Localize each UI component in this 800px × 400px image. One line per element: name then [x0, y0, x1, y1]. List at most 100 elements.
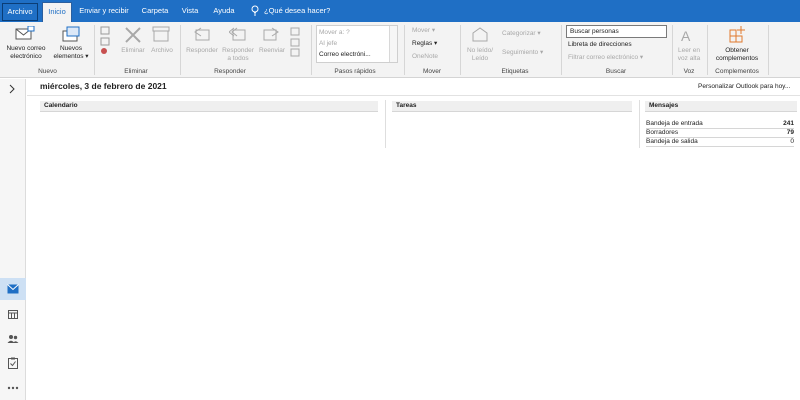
delete-icon — [125, 27, 141, 43]
message-folder-label: Borradores — [646, 129, 679, 136]
tab-archivo[interactable]: Archivo — [2, 3, 38, 21]
nav-calendar-button[interactable] — [0, 303, 26, 325]
read-aloud-icon: A — [681, 28, 691, 44]
group-label-buscar: Buscar — [605, 68, 627, 75]
nav-tasks-button[interactable] — [0, 352, 26, 374]
archive-button[interactable]: Archivo — [148, 47, 176, 55]
categorize-button[interactable]: Categorizar ▾ — [502, 29, 541, 39]
personalize-link[interactable]: Personalizar Outlook para hoy... — [698, 83, 790, 90]
read-aloud-label-1: Leer en — [677, 47, 701, 54]
message-count: 79 — [786, 129, 794, 136]
ribbon-separator — [561, 25, 562, 75]
unread-read-button[interactable]: No leído/ Leído — [462, 47, 498, 63]
get-addins-label-2: complementos — [715, 55, 759, 62]
date-header: miércoles, 3 de febrero de 2021 — [40, 81, 167, 91]
svg-text:A: A — [681, 28, 691, 44]
nav-more-button[interactable] — [0, 377, 26, 399]
tab-inicio[interactable]: Inicio — [42, 2, 72, 22]
more-icon — [7, 386, 19, 390]
new-items-label-1: Nuevos — [59, 45, 83, 52]
ignore-cleanup-junk-icons — [100, 26, 110, 54]
reply-button[interactable]: Responder — [184, 47, 220, 55]
filter-email-button[interactable]: Filtrar correo electrónico ▾ — [568, 53, 643, 63]
people-icon — [7, 335, 19, 343]
tab-carpeta[interactable]: Carpeta — [138, 0, 172, 22]
nav-mail-button[interactable] — [0, 278, 26, 300]
menu-bar: Archivo Inicio Enviar y recibir Carpeta … — [0, 0, 800, 22]
rules-button[interactable]: Reglas ▾ — [412, 39, 437, 49]
move-button[interactable]: Mover ▾ — [412, 26, 435, 36]
new-items-icon — [62, 26, 80, 42]
forward-button[interactable]: Reenviar — [256, 47, 288, 55]
search-people-input[interactable]: Buscar personas — [566, 25, 667, 38]
message-folder-label: Bandeja de salida — [646, 138, 698, 145]
get-addins-icon — [729, 26, 745, 43]
calendar-panel-title: Calendario — [40, 101, 378, 112]
messages-row-outbox[interactable]: Bandeja de salida 0 — [646, 137, 794, 146]
ribbon: Nuevo correo electrónico Nuevos elemento… — [0, 22, 800, 78]
navigation-bar — [0, 79, 26, 400]
new-items-button[interactable]: Nuevos elementos ▾ — [50, 45, 92, 61]
mail-icon — [7, 284, 19, 294]
ribbon-separator — [460, 25, 461, 75]
group-label-complementos: Complementos — [715, 68, 759, 75]
ribbon-separator — [707, 25, 708, 75]
archive-icon — [152, 26, 170, 42]
tasks-icon — [8, 357, 18, 369]
read-aloud-label-2: voz alta — [677, 55, 701, 62]
more-respond-icons — [290, 27, 300, 57]
unread-label-2: Leído — [471, 55, 489, 62]
quick-step-item[interactable]: Al jefe — [319, 38, 337, 49]
ribbon-separator — [768, 25, 769, 75]
messages-row-drafts[interactable]: Borradores 79 — [646, 128, 794, 137]
tab-vista[interactable]: Vista — [178, 0, 202, 22]
group-label-eliminar: Eliminar — [124, 68, 148, 75]
messages-panel-title: Mensajes — [645, 101, 797, 112]
group-label-voz: Voz — [683, 68, 695, 75]
panel-divider — [385, 100, 386, 148]
reply-all-button[interactable]: Responder a todos — [220, 47, 256, 63]
onenote-button[interactable]: OneNote — [412, 52, 438, 62]
header-divider — [27, 95, 800, 96]
tab-ayuda[interactable]: Ayuda — [210, 0, 238, 22]
tell-me-search[interactable]: ¿Qué desea hacer? — [264, 0, 330, 22]
forward-icon — [263, 27, 279, 41]
reply-all-icon — [229, 27, 246, 41]
group-label-responder: Responder — [214, 68, 246, 75]
message-count: 0 — [790, 138, 794, 145]
ribbon-separator — [404, 25, 405, 75]
quick-step-item[interactable]: Correo electróni... — [319, 49, 371, 60]
lightbulb-icon — [251, 5, 259, 16]
address-book-button[interactable]: Libreta de direcciones — [568, 40, 632, 50]
quick-step-item[interactable]: Mover a: ? — [319, 27, 350, 38]
get-addins-button[interactable]: Obtener complementos — [710, 47, 764, 63]
new-email-button[interactable]: Nuevo correo electrónico — [4, 45, 48, 61]
row-divider — [646, 146, 794, 147]
tab-enviar-y-recibir[interactable]: Enviar y recibir — [78, 0, 130, 22]
followup-button[interactable]: Seguimiento ▾ — [502, 48, 543, 58]
reply-icon — [194, 27, 210, 41]
ribbon-separator — [311, 25, 312, 75]
reply-all-label-2: a todos — [227, 55, 249, 62]
nav-people-button[interactable] — [0, 328, 26, 350]
delete-button[interactable]: Eliminar — [118, 47, 148, 55]
panel-divider — [639, 100, 640, 148]
read-aloud-button[interactable]: Leer en voz alta — [674, 47, 704, 63]
message-count: 241 — [783, 120, 794, 127]
new-email-icon — [15, 26, 35, 40]
messages-row-inbox[interactable]: Bandeja de entrada 241 — [646, 119, 794, 128]
group-label-pasos-rapidos: Pasos rápidos — [334, 68, 376, 75]
quick-steps-gallery[interactable]: Mover a: ? Al jefe Correo electróni... — [316, 25, 398, 63]
new-items-label-2: elementos ▾ — [53, 53, 89, 60]
get-addins-label-1: Obtener — [725, 47, 749, 54]
quick-steps-scrollbar[interactable] — [389, 26, 397, 62]
calendar-icon — [8, 310, 18, 319]
tasks-panel-title: Tareas — [392, 101, 632, 112]
group-label-nuevo: Nuevo — [38, 68, 57, 75]
new-email-label-2: electrónico — [10, 53, 42, 60]
reply-all-label-1: Responder — [222, 47, 254, 54]
message-folder-label: Bandeja de entrada — [646, 120, 703, 127]
expand-pane-icon[interactable] — [8, 84, 16, 94]
unread-read-icon — [472, 27, 488, 42]
new-email-label-1: Nuevo correo — [6, 45, 46, 52]
